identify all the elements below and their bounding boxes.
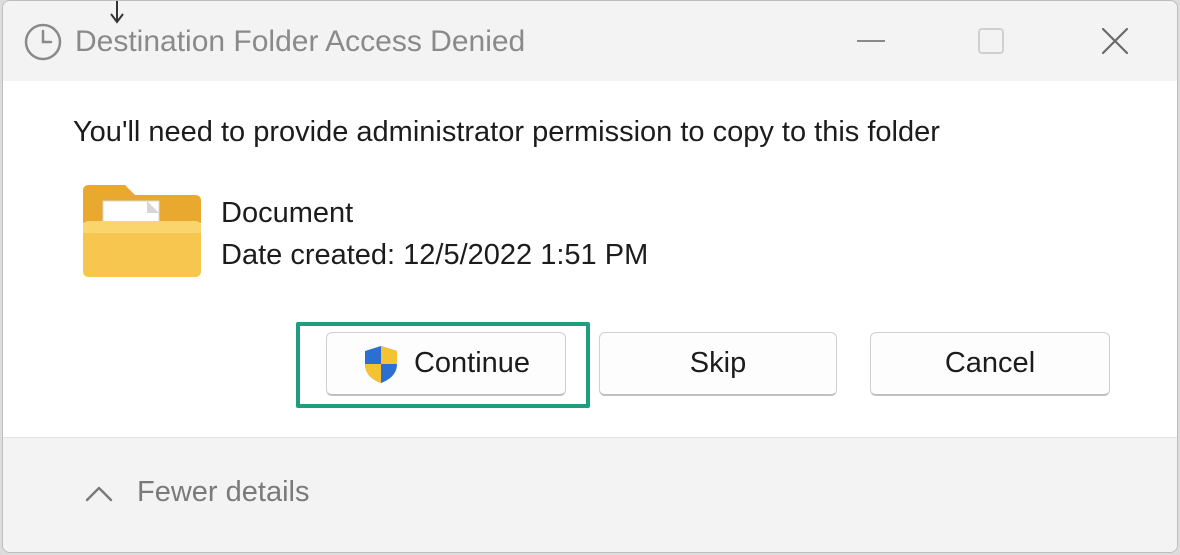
permission-message: You'll need to provide administrator per… [73,116,940,148]
minimize-icon [857,40,885,42]
file-name: Document [221,197,354,229]
maximize-icon [978,28,1004,54]
title-bar[interactable]: Destination Folder Access Denied [3,1,1177,81]
close-button[interactable] [1085,15,1145,67]
clock-icon [24,23,62,61]
dialog-window: Destination Folder Access Denied You'll … [2,0,1178,553]
minimize-button[interactable] [841,15,901,67]
continue-label: Continue [413,347,531,379]
fewer-details-toggle[interactable]: Fewer details [83,476,309,509]
file-date-created: Date created: 12/5/2022 1:51 PM [221,239,649,271]
skip-label: Skip [689,347,747,379]
cancel-label: Cancel [944,347,1036,379]
mouse-cursor-icon [110,1,124,24]
uac-shield-icon [364,345,397,383]
chevron-up-icon [85,486,113,501]
fewer-details-label: Fewer details [137,476,310,508]
folder-with-word-document-icon: W [83,185,201,277]
skip-button[interactable]: Skip [599,332,837,396]
cancel-button[interactable]: Cancel [870,332,1110,396]
maximize-button [961,15,1021,67]
continue-button[interactable]: Continue [326,332,566,396]
window-title: Destination Folder Access Denied [75,25,526,58]
close-icon [1101,27,1129,55]
